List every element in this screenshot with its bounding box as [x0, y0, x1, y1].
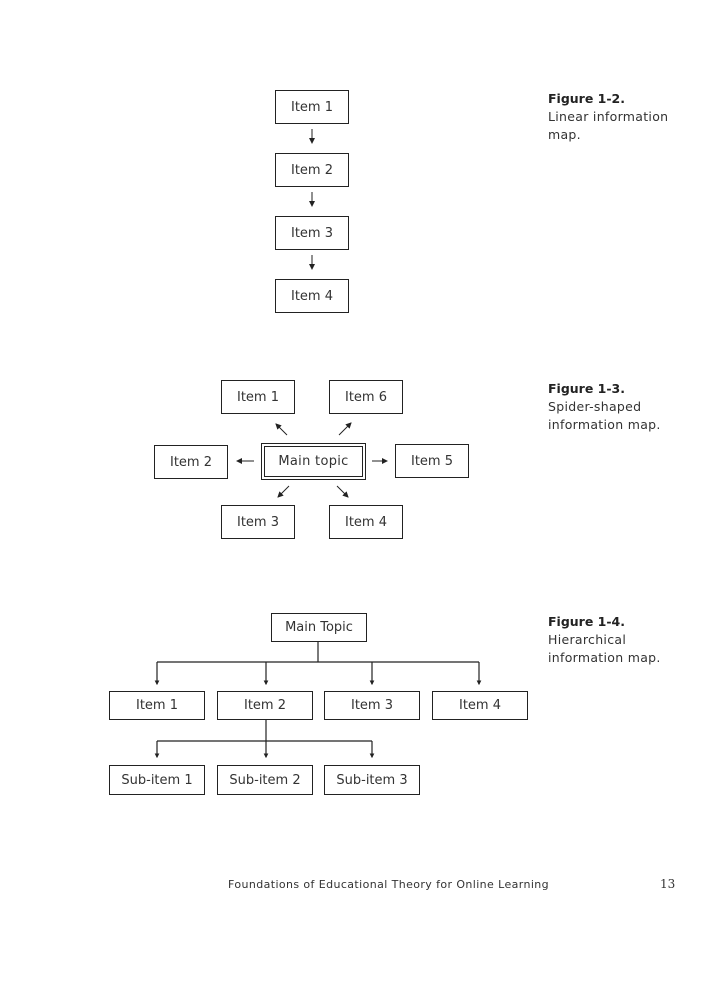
spider-item-5: Item 5 [395, 444, 469, 478]
spider-item-3: Item 3 [221, 505, 295, 539]
figure-label: Figure 1-4. [548, 614, 625, 629]
figure-description-line1: Spider-shaped [548, 399, 642, 414]
figure-label: Figure 1-3. [548, 381, 625, 396]
figure-description-line2: map. [548, 127, 581, 142]
hierarchy-subitem-3: Sub-item 3 [324, 765, 420, 795]
spider-item-4: Item 4 [329, 505, 403, 539]
hierarchy-subitem-1: Sub-item 1 [109, 765, 205, 795]
hierarchy-root: Main Topic [271, 613, 367, 642]
spider-item-2: Item 2 [154, 445, 228, 479]
arrow-to-item6 [338, 422, 352, 436]
hierarchy-subitem-2: Sub-item 2 [217, 765, 313, 795]
figure-description-line2: information map. [548, 417, 661, 432]
page-number: 13 [660, 877, 676, 891]
figure-1-4-caption: Figure 1-4. Hierarchical information map… [548, 613, 661, 667]
figure-description-line1: Linear information [548, 109, 669, 124]
diagram-connectors [154, 129, 482, 759]
figure-description-line2: information map. [548, 650, 661, 665]
arrow-to-item3 [277, 485, 290, 498]
hierarchy-connectors [154, 641, 482, 759]
figure-description-line1: Hierarchical [548, 632, 627, 647]
linear-item-1: Item 1 [275, 90, 349, 124]
linear-item-3: Item 3 [275, 216, 349, 250]
hierarchy-item-1: Item 1 [109, 691, 205, 720]
hierarchy-item-2: Item 2 [217, 691, 313, 720]
hierarchy-item-3: Item 3 [324, 691, 420, 720]
spider-main-topic: Main topic [261, 443, 366, 480]
spider-item-6: Item 6 [329, 380, 403, 414]
spider-item-1: Item 1 [221, 380, 295, 414]
figure-1-2-caption: Figure 1-2. Linear information map. [548, 90, 668, 144]
running-footer-title: Foundations of Educational Theory for On… [228, 878, 550, 891]
linear-item-4: Item 4 [275, 279, 349, 313]
hierarchy-item-4: Item 4 [432, 691, 528, 720]
figure-label: Figure 1-2. [548, 91, 625, 106]
linear-item-2: Item 2 [275, 153, 349, 187]
arrow-to-item1 [275, 423, 288, 436]
arrow-to-item4 [336, 485, 349, 498]
main-topic-label: Main topic [278, 454, 349, 469]
figure-1-3-caption: Figure 1-3. Spider-shaped information ma… [548, 380, 661, 434]
